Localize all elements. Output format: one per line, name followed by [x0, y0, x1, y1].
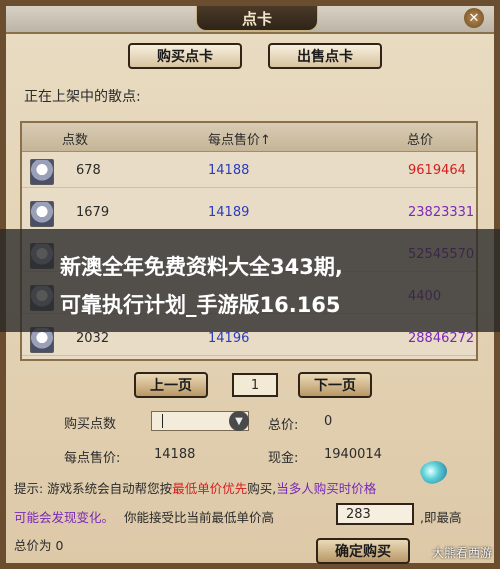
- tip-warning-cont: 可能会发现变化。: [14, 510, 115, 525]
- text-caret: [162, 414, 163, 428]
- buy-card-tab-button[interactable]: 购买点卡: [128, 43, 242, 69]
- tip-mid: 购买,: [247, 481, 277, 496]
- header-total: 总价: [407, 133, 434, 148]
- sell-card-tab-button[interactable]: 出售点卡: [268, 43, 382, 69]
- row-price: 14196: [208, 331, 250, 346]
- close-icon[interactable]: ✕: [464, 8, 484, 28]
- listing-heading: 正在上架中的散点:: [24, 89, 141, 105]
- tip-line-1: 提示: 游戏系统会自动帮您按最低单价优先购买,当多人购买时价格: [14, 478, 376, 497]
- table-row[interactable]: 1679 14189 23823331: [22, 197, 476, 230]
- row-price: 14188: [208, 163, 250, 178]
- next-page-button[interactable]: 下一页: [298, 372, 372, 398]
- unit-price-label: 每点售价:: [64, 451, 121, 466]
- price-tolerance-input[interactable]: 283: [336, 503, 414, 525]
- row-total: 23823331: [408, 205, 475, 220]
- tip-line-3: 总价为 0: [14, 538, 64, 553]
- confirm-buy-button[interactable]: 确定购买: [316, 538, 410, 564]
- tip-line-2: 可能会发现变化。 你能接受比当前最低单价高: [14, 507, 274, 526]
- chevron-down-icon[interactable]: ▼: [229, 411, 249, 431]
- watermark: 大熊看西游: [431, 546, 492, 560]
- row-price: 14189: [208, 205, 250, 220]
- tip-suffix: ,即最高: [420, 510, 462, 525]
- header-qty: 点数: [62, 133, 89, 148]
- tip-prefix: 提示: 游戏系统会自动帮您按: [14, 481, 173, 496]
- row-qty: 1679: [76, 205, 110, 220]
- header-price-sort[interactable]: 每点售价↑: [208, 129, 271, 148]
- cash-label: 现金:: [268, 451, 299, 466]
- title-bar: 点卡 ✕: [6, 6, 494, 34]
- overlay-line-2: 可靠执行计划_手游版16.165: [60, 293, 341, 317]
- tip-warning: 当多人购买时价格: [276, 481, 377, 496]
- buy-qty-label: 购买点数: [64, 417, 117, 432]
- tip-highlight: 最低单价优先: [172, 481, 248, 496]
- prev-page-button[interactable]: 上一页: [134, 372, 208, 398]
- window-title: 点卡: [196, 6, 318, 31]
- table-header: 点数 每点售价↑ 总价: [22, 123, 476, 152]
- row-total: 28846272: [408, 331, 475, 346]
- table-row[interactable]: 678 14188 9619464: [22, 155, 476, 188]
- row-qty: 2032: [76, 331, 110, 346]
- page-number-field[interactable]: 1: [232, 373, 278, 397]
- gem-icon: [417, 456, 451, 488]
- row-total: 9619464: [408, 163, 466, 178]
- cash-value: 1940014: [324, 447, 382, 462]
- ad-overlay-banner: 新澳全年免费资料大全343期, 可靠执行计划_手游版16.165: [0, 229, 500, 332]
- tip-accept-text: 你能接受比当前最低单价高: [124, 510, 275, 525]
- total-price-label: 总价:: [268, 418, 299, 433]
- overlay-line-1: 新澳全年免费资料大全343期,: [60, 255, 343, 279]
- unit-price-value: 14188: [154, 447, 196, 462]
- row-qty: 678: [76, 163, 101, 178]
- point-card-icon: [30, 201, 54, 227]
- total-price-value: 0: [324, 414, 333, 429]
- point-card-icon: [30, 159, 54, 185]
